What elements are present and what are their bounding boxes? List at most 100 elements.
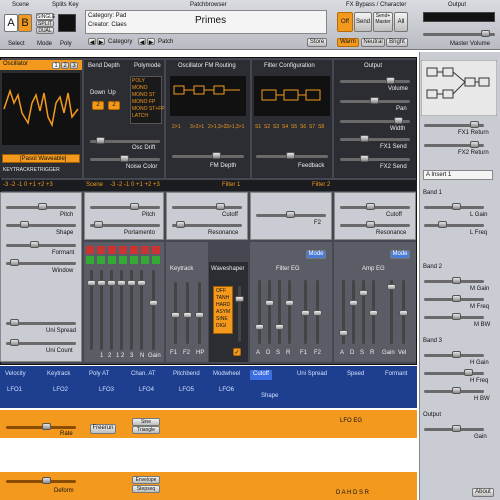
polymode-mono-st-fp[interactable]: MONO ST+FP [132,106,165,112]
osc-tab-3[interactable]: 3 [70,62,78,69]
mod-speed[interactable]: Speed [344,370,367,380]
window-slider[interactable] [6,259,76,266]
polymode-poly[interactable]: POLY [132,78,145,84]
scene-a-button[interactable]: A [4,14,18,32]
l-gain-slider[interactable] [424,203,484,210]
mod-pitchbend[interactable]: Pitchbend [170,370,203,380]
h-freq-slider[interactable] [424,369,484,376]
keytrack-hp-fader[interactable] [195,282,204,344]
fx1-return-slider[interactable] [424,121,484,128]
mod-uni-spread[interactable]: Uni Spread [294,370,330,380]
filter-route-s3[interactable]: S3 [273,124,279,130]
filter-eg-mode-button[interactable]: Mode [306,250,326,259]
bend-down-value[interactable]: 2 [92,101,104,110]
formant-slider[interactable] [6,241,76,248]
mod-shape[interactable]: Shape [258,392,281,402]
mod-lfo1[interactable]: LFO1 [4,386,25,396]
lfo-triangle-button[interactable]: Triangle [132,426,160,434]
waveshaper-drive-fader[interactable] [235,286,244,342]
filter-eg-s[interactable] [275,280,284,344]
waveshaper-enable-checkbox[interactable]: ✓ [233,348,241,356]
mod-modwheel[interactable]: Modwheel [210,370,243,380]
keytrack-f2-fader[interactable] [183,282,192,344]
ws-tanh[interactable]: TANH [216,295,229,301]
mode-dual[interactable]: DUAL [36,27,54,34]
noise-color-slider[interactable] [90,155,160,162]
polymode-latch[interactable]: LATCH [132,113,148,119]
scene-bar-filter2[interactable]: Filter 2 [312,182,330,188]
mod-lfo2[interactable]: LFO2 [50,386,71,396]
mixer-fader-o1[interactable] [87,270,96,350]
filter-route-s1[interactable]: S1 [255,124,261,130]
amp-eg-d[interactable] [349,280,358,344]
ws-digi[interactable]: DIGI [216,323,226,329]
fx-send-master-button[interactable]: Send+ Master [373,12,393,32]
mod-lfo5[interactable]: LFO5 [176,386,197,396]
patch-next-button[interactable]: ▶ [147,38,155,46]
filter-route-s7[interactable]: S7 [309,124,315,130]
lfo-stepseq-button[interactable]: Stepseq [132,485,160,493]
fx2-send-slider[interactable] [340,155,410,162]
filter-route-s8[interactable]: S8 [318,124,324,130]
filter-route-s6[interactable]: S6 [300,124,306,130]
filter-eg-f2[interactable] [313,280,322,344]
filter-eg-d[interactable] [265,280,274,344]
osc-tab-2[interactable]: 2 [61,62,69,69]
ws-off[interactable]: OFF [216,288,226,294]
scene-pitch-slider[interactable] [90,203,160,210]
mod-keytrack[interactable]: Keytrack [44,370,73,380]
master-volume-slider[interactable] [423,30,495,37]
m-gain-slider[interactable] [424,277,484,284]
width-slider[interactable] [340,117,410,124]
osc-tab-1[interactable]: 1 [52,62,60,69]
portamento-slider[interactable] [90,221,160,228]
fx1-send-slider[interactable] [340,135,410,142]
lfo-envelope-button[interactable]: Envelope [132,476,160,484]
poly-display[interactable] [58,14,76,32]
resonance2-slider[interactable] [340,221,410,228]
fx2-return-slider[interactable] [424,141,484,148]
patch-prev-button[interactable]: ◀ [138,38,146,46]
category-prev-button[interactable]: ◀ [88,38,96,46]
scene-bar-filter1[interactable]: Filter 1 [222,182,240,188]
lfo-deform-slider[interactable] [6,477,76,484]
pan-slider[interactable] [340,97,410,104]
mod-formant[interactable]: Formant [382,370,410,380]
f2-slider[interactable] [256,211,326,218]
fx-off-button[interactable]: Off [337,12,353,32]
l-freq-slider[interactable] [424,221,484,228]
filter-route-s4[interactable]: S4 [282,124,288,130]
h-bw-slider[interactable] [424,387,484,394]
amp-eg-r[interactable] [369,280,378,344]
fm-route-4[interactable]: 3>1,3>1 [226,124,244,130]
mode-split[interactable]: SPLIT [36,20,54,27]
ws-asym[interactable]: ASYM [216,309,230,315]
bend-up-value[interactable]: 2 [108,101,120,110]
polymode-mono-fp[interactable]: MONO FP [132,99,155,105]
lfo-sine-button[interactable]: Sine [132,418,160,426]
uni-spread-slider[interactable] [6,319,76,326]
pitch-slider[interactable] [6,203,76,210]
retrigger-toggle[interactable]: RETRIGGER [30,167,60,173]
keytrack-f1-fader[interactable] [171,282,180,344]
amp-eg-vel[interactable] [399,280,408,344]
fx-all-button[interactable]: All [394,12,408,32]
mixer-fader-gain[interactable] [149,270,158,350]
fm-route-3[interactable]: 2>1,3>2 [208,124,226,130]
fm-depth-slider[interactable] [172,152,244,159]
cutoff1-slider[interactable] [172,203,242,210]
mod-lfo4[interactable]: LFO4 [136,386,157,396]
resonance1-slider[interactable] [172,221,242,228]
mixer-fader-o3[interactable] [107,270,116,350]
mod-poly-at[interactable]: Poly AT [86,370,112,380]
mod-lfo6[interactable]: LFO6 [216,386,237,396]
filter-route-s2[interactable]: S2 [264,124,270,130]
category-next-button[interactable]: ▶ [97,38,105,46]
mode-single[interactable]: SINGLE [36,13,55,20]
volume-slider[interactable] [340,77,410,84]
mod-cutoff[interactable]: Cutoff [250,370,272,380]
shape-slider[interactable] [6,221,76,228]
fx-gain-slider[interactable] [424,425,484,432]
filter-route-s5[interactable]: S5 [291,124,297,130]
mod-velocity[interactable]: Velocity [2,370,29,380]
